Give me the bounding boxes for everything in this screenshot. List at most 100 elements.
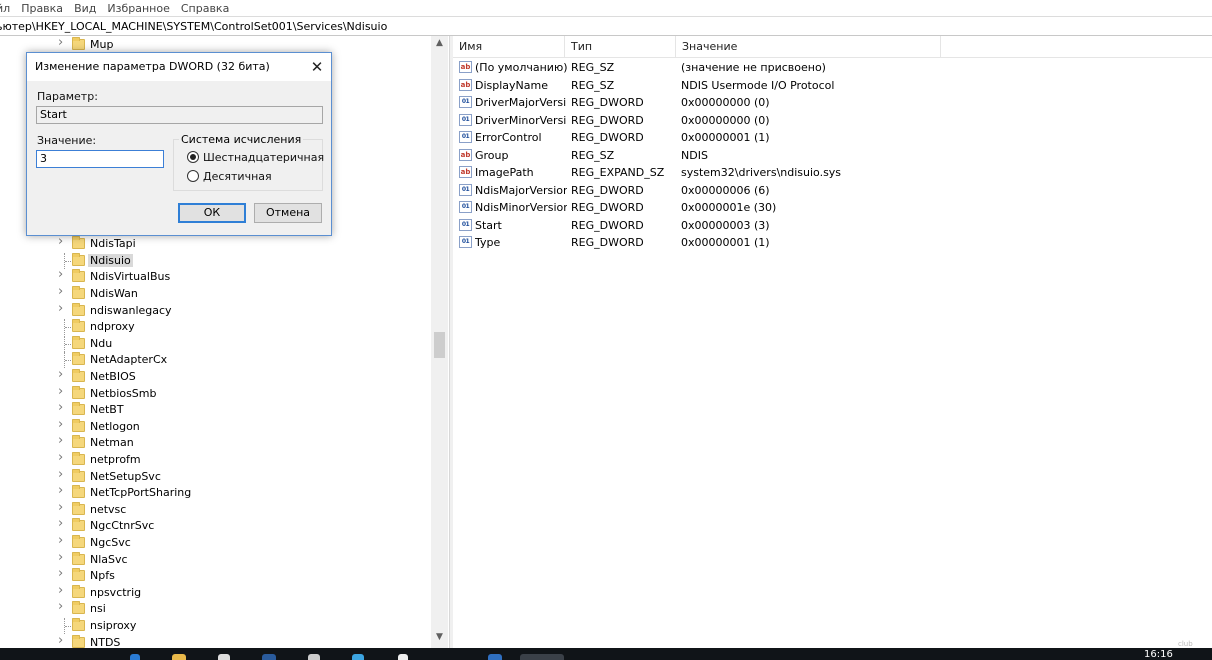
folder-icon (72, 386, 85, 399)
tree-item-label: nsiproxy (90, 619, 137, 632)
chevron-right-icon[interactable]: › (58, 36, 66, 49)
folder-icon (72, 419, 85, 432)
close-icon[interactable]: ✕ (307, 57, 327, 77)
dialog-titlebar[interactable]: Изменение параметра DWORD (32 бита) ✕ (27, 53, 331, 81)
chevron-right-icon[interactable]: › (58, 551, 66, 564)
menu-view[interactable]: Вид (74, 2, 96, 15)
value-name: NdisMajorVersion (475, 183, 567, 197)
value-type: REG_DWORD (571, 113, 644, 127)
chevron-right-icon[interactable]: › (58, 451, 66, 464)
chevron-right-icon[interactable]: › (58, 584, 66, 597)
menu-edit[interactable]: Правка (21, 2, 63, 15)
taskbar-app4-icon[interactable] (398, 654, 408, 660)
folder-icon (72, 585, 85, 598)
chevron-right-icon[interactable]: › (58, 235, 66, 248)
value-input[interactable]: 3 (36, 150, 164, 168)
value-value: 0x00000003 (3) (681, 218, 770, 232)
chevron-right-icon[interactable]: › (58, 468, 66, 481)
list-item[interactable]: ab DisplayName REG_SZ NDIS Usermode I/O Pro… (453, 77, 1212, 94)
value-name: Type (475, 236, 501, 249)
value-value: system32\drivers\ndisuio.sys (681, 166, 842, 179)
taskbar: 16:16 (0, 648, 1212, 660)
chevron-right-icon[interactable]: › (58, 534, 66, 547)
hex-radio[interactable] (187, 151, 199, 163)
chevron-right-icon[interactable]: › (58, 285, 66, 298)
chevron-right-icon[interactable]: › (58, 434, 66, 447)
menu-help[interactable]: Справка (181, 2, 229, 15)
chevron-right-icon[interactable]: › (58, 418, 66, 431)
values-list[interactable]: Имя Тип Значение ab (По умолчанию) REG_SZ(… (453, 36, 1212, 648)
tree-scrollbar[interactable]: ▲ ▼ (431, 36, 448, 648)
value-type: REG_DWORD (571, 201, 644, 214)
chevron-right-icon[interactable]: › (58, 517, 66, 530)
menu-file[interactable]: йл (0, 2, 10, 15)
folder-icon (72, 37, 85, 50)
taskbar-edge-icon[interactable] (130, 654, 140, 660)
chevron-right-icon[interactable]: › (58, 634, 66, 647)
folder-icon (72, 303, 85, 316)
hex-radio-label[interactable]: Шестнадцатеричная (203, 151, 324, 164)
list-item[interactable]: 01 Start REG_DWORD 0x00000003 (3) (453, 217, 1212, 234)
chevron-right-icon[interactable]: › (58, 484, 66, 497)
taskbar-app-icon[interactable] (262, 654, 276, 660)
binary-value-icon: 01 (459, 131, 472, 143)
tree-item-label: NTDS (90, 636, 121, 648)
value-type: REG_DWORD (571, 183, 644, 197)
list-item[interactable]: 01 DriverMajorVersi... REG_DWORD 0x00000000… (453, 94, 1212, 111)
folder-icon (72, 502, 85, 515)
value-type: REG_SZ (571, 78, 615, 92)
taskbar-explorer-icon[interactable] (172, 654, 186, 660)
chevron-right-icon[interactable]: › (58, 302, 66, 315)
tree-connector (64, 352, 72, 368)
column-type[interactable]: Тип (565, 36, 676, 58)
taskbar-regedit-icon[interactable] (520, 654, 564, 660)
chevron-right-icon[interactable]: › (58, 600, 66, 613)
taskbar-app5-icon[interactable] (488, 654, 502, 660)
list-item[interactable]: 01 DriverMinorVersi... REG_DWORD 0x00000000… (453, 112, 1212, 129)
dec-radio[interactable] (187, 170, 199, 182)
list-item[interactable]: 01 NdisMajorVersion REG_DWORD 0x00000006 (6… (453, 182, 1212, 199)
tree-item-label: Netlogon (90, 420, 140, 433)
tree-item-label: netprofm (90, 453, 141, 466)
list-item[interactable]: ab Group REG_SZ NDIS (453, 147, 1212, 164)
value-value: 0x00000001 (1) (681, 236, 770, 249)
list-item[interactable]: ab ImagePath REG_EXPAND_SZ system32\drivers… (453, 164, 1212, 181)
folder-icon (72, 452, 85, 465)
list-item[interactable]: ab (По умолчанию) REG_SZ (значение не присв… (453, 59, 1212, 76)
base-groupbox (173, 139, 323, 191)
value-type: REG_SZ (571, 148, 615, 162)
taskbar-clock[interactable]: 16:16 (1144, 649, 1173, 660)
dialog-title: Изменение параметра DWORD (32 бита) (35, 60, 270, 73)
chevron-right-icon[interactable]: › (58, 385, 66, 398)
chevron-right-icon[interactable]: › (58, 501, 66, 514)
taskbar-chrome-icon[interactable] (218, 654, 230, 660)
chevron-right-icon[interactable]: › (58, 567, 66, 580)
chevron-right-icon[interactable]: › (58, 368, 66, 381)
value-value: 0x0000001e (30) (681, 201, 777, 214)
tree-item-label: NetAdapterCx (90, 353, 168, 366)
scroll-up-icon[interactable]: ▲ (435, 38, 444, 48)
dec-radio-label[interactable]: Десятичная (203, 170, 272, 183)
folder-icon (72, 269, 85, 282)
folder-icon (72, 286, 85, 299)
taskbar-app3-icon[interactable] (352, 654, 364, 660)
ok-button[interactable]: ОК (178, 203, 246, 223)
param-name-field: Start (36, 106, 323, 124)
chevron-right-icon[interactable]: › (58, 401, 66, 414)
column-name[interactable]: Имя (453, 36, 565, 58)
menu-favorites[interactable]: Избранное (107, 2, 169, 15)
scroll-thumb[interactable] (434, 332, 445, 358)
column-value[interactable]: Значение (676, 36, 941, 58)
list-item[interactable]: 01 NdisMinorVersion REG_DWORD 0x0000001e (3… (453, 199, 1212, 216)
list-item[interactable]: 01 ErrorControl REG_DWORD 0x00000001 (1) (453, 129, 1212, 146)
regedit-window: йл Правка Вид Избранное Справка ьютер\HK… (0, 0, 1212, 660)
binary-value-icon: 01 (459, 113, 472, 126)
address-bar[interactable]: ьютер\HKEY_LOCAL_MACHINE\SYSTEM\ControlS… (0, 16, 1212, 36)
tree-item-label: NgcCtnrSvc (90, 519, 155, 532)
scroll-down-icon[interactable]: ▼ (435, 632, 444, 642)
chevron-right-icon[interactable]: › (58, 268, 66, 281)
taskbar-app2-icon[interactable] (308, 654, 320, 660)
address-path[interactable]: ьютер\HKEY_LOCAL_MACHINE\SYSTEM\ControlS… (0, 20, 387, 33)
list-item[interactable]: 01 Type REG_DWORD 0x00000001 (1) (453, 234, 1212, 251)
cancel-button[interactable]: Отмена (254, 203, 322, 223)
